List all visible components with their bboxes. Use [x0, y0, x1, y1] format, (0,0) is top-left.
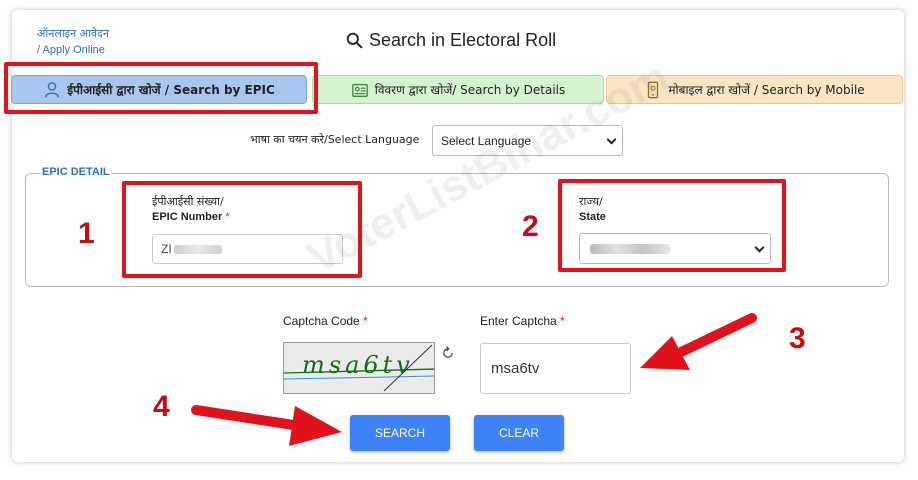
highlight-box-epic-number [122, 181, 362, 278]
captcha-code-label-text: Captcha Code [283, 314, 360, 328]
captcha-image: msa6tv [283, 342, 435, 394]
highlight-box-state [558, 179, 786, 272]
page-title-text: Search in Electoral Roll [369, 30, 557, 50]
step-number-2: 2 [522, 210, 539, 243]
enter-captcha-label-text: Enter Captcha [480, 314, 557, 328]
step-number-1: 1 [78, 217, 95, 250]
required-mark: * [560, 314, 565, 328]
id-card-icon [351, 83, 368, 97]
page-title: Search in Electoral Roll [346, 30, 556, 51]
tab-label: विवरण द्वारा खोजें/ Search by Details [374, 83, 566, 97]
clear-button[interactable]: CLEAR [474, 415, 564, 451]
refresh-icon[interactable] [441, 346, 455, 360]
epic-detail-legend: EPIC DETAIL [40, 166, 112, 178]
enter-captcha-input[interactable]: msa6tv [480, 343, 631, 394]
step-number-4: 4 [153, 390, 170, 423]
highlight-box-epic-tab [4, 62, 318, 114]
search-icon [346, 32, 363, 49]
step-number-3: 3 [789, 322, 806, 355]
chevron-down-icon [606, 134, 617, 145]
tab-label: मोबाइल द्वारा खोजें / Search by Mobile [668, 83, 865, 97]
language-label: भाषा का चयन करे/Select Language [250, 133, 420, 146]
tab-search-by-details[interactable]: विवरण द्वारा खोजें/ Search by Details [312, 75, 604, 104]
captcha-code-label: Captcha Code * [283, 314, 368, 328]
page: ऑनलाइन आवेदन / Apply Online Search in El… [0, 0, 918, 480]
enter-captcha-label: Enter Captcha * [480, 314, 565, 328]
captcha-text: msa6tv [302, 351, 414, 379]
apply-online-link[interactable]: / Apply Online [37, 44, 105, 56]
required-mark: * [363, 314, 368, 328]
search-button[interactable]: SEARCH [350, 415, 450, 451]
apply-online-link-hindi[interactable]: ऑनलाइन आवेदन [37, 26, 109, 41]
